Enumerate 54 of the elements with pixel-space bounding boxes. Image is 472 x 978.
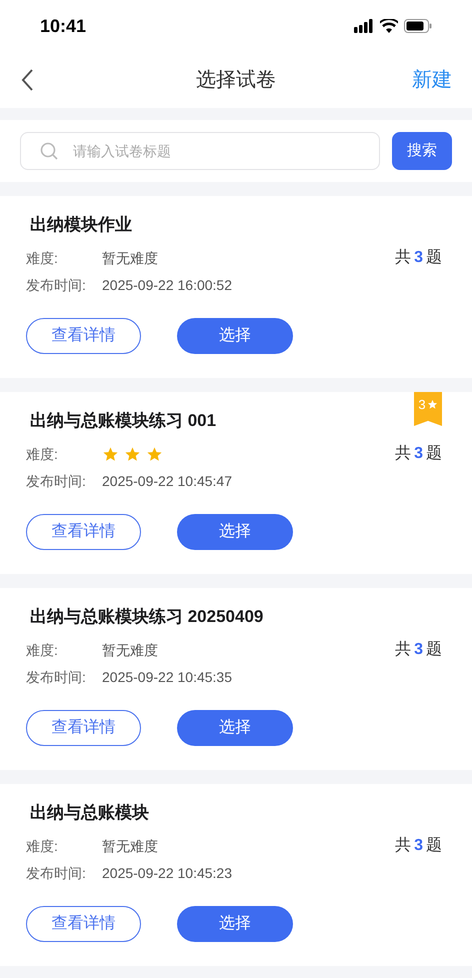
question-count: 3 xyxy=(414,444,423,464)
details-button[interactable]: 查看详情 xyxy=(26,514,141,550)
count-prefix: 共 xyxy=(395,248,412,268)
count-prefix: 共 xyxy=(395,836,412,856)
time-label: 发布时间: xyxy=(26,472,87,491)
details-button[interactable]: 查看详情 xyxy=(26,906,141,942)
paper-title: 出纳模块作业 xyxy=(29,214,133,236)
difficulty-value: 暂无难度 xyxy=(102,248,158,268)
publish-time: 2025-09-22 10:45:47 xyxy=(102,472,232,491)
count-suffix: 题 xyxy=(426,836,442,856)
publish-time: 2025-09-22 10:45:23 xyxy=(102,864,232,883)
difficulty-value: 暂无难度 xyxy=(102,640,158,660)
back-icon[interactable] xyxy=(20,68,34,92)
question-count: 3 xyxy=(414,640,423,660)
count-suffix: 题 xyxy=(426,248,442,268)
select-button[interactable]: 选择 xyxy=(177,514,293,550)
difficulty-value: 暂无难度 xyxy=(102,836,158,856)
count-prefix: 共 xyxy=(395,640,412,660)
wifi-icon xyxy=(380,19,398,33)
publish-time: 2025-09-22 16:00:52 xyxy=(102,276,232,295)
paper-title: 出纳与总账模块 xyxy=(29,802,150,824)
time-label: 发布时间: xyxy=(26,276,87,295)
new-button[interactable]: 新建 xyxy=(412,65,452,95)
search-field[interactable]: 请输入试卷标题 xyxy=(20,132,380,170)
publish-time: 2025-09-22 10:45:35 xyxy=(102,668,232,687)
signal-icon xyxy=(354,19,374,33)
battery-icon xyxy=(404,19,432,33)
search-button[interactable]: 搜索 xyxy=(392,132,452,170)
time-label: 发布时间: xyxy=(26,668,87,687)
paper-title: 出纳与总账模块练习 001 xyxy=(29,410,218,432)
difficulty-label: 难度: xyxy=(26,640,59,660)
difficulty-label: 难度: xyxy=(26,248,59,268)
details-button[interactable]: 查看详情 xyxy=(26,318,141,354)
details-button[interactable]: 查看详情 xyxy=(26,710,141,746)
paper-title: 出纳与总账模块练习 20250409 xyxy=(29,606,264,628)
star-icon xyxy=(124,446,141,462)
count-suffix: 题 xyxy=(426,640,442,660)
select-button[interactable]: 选择 xyxy=(177,906,293,942)
time-label: 发布时间: xyxy=(26,864,87,883)
star-icon xyxy=(146,446,163,462)
status-time: 10:41 xyxy=(40,14,86,38)
select-button[interactable]: 选择 xyxy=(177,318,293,354)
star-icon xyxy=(426,399,438,410)
count-prefix: 共 xyxy=(395,444,412,464)
question-count: 3 xyxy=(414,248,423,268)
question-count: 3 xyxy=(414,836,423,856)
count-suffix: 题 xyxy=(426,444,442,464)
star-icon xyxy=(102,446,119,462)
select-button[interactable]: 选择 xyxy=(177,710,293,746)
badge-text: 3 xyxy=(418,398,426,412)
page-title: 选择试卷 xyxy=(196,68,276,93)
difficulty-label: 难度: xyxy=(26,444,59,464)
search-icon xyxy=(40,142,58,160)
difficulty-label: 难度: xyxy=(26,836,59,856)
